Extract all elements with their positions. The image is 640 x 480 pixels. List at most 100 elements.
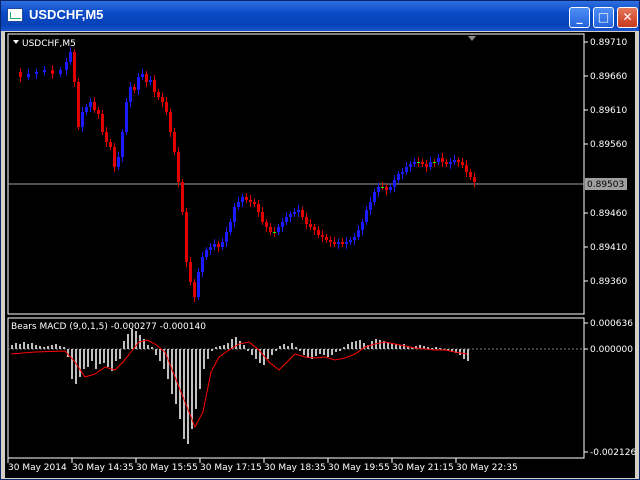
terminal-window: USDCHF,M5 _ □ ✕ USDCHF,M5 0.89710 0.8966… <box>0 0 640 480</box>
candles-group <box>19 47 476 302</box>
candle <box>373 192 376 202</box>
price-chart-svg[interactable]: USDCHF,M5 0.89710 0.89660 0.89610 0.8956… <box>5 32 636 478</box>
candle <box>141 74 144 77</box>
candle <box>69 52 72 62</box>
candle <box>377 187 380 192</box>
candle <box>445 162 448 164</box>
histogram-group <box>11 329 469 444</box>
candle <box>97 110 100 114</box>
histogram-bar <box>267 349 269 359</box>
time-label: 30 May 22:35 <box>456 463 518 473</box>
histogram-bar <box>35 345 37 349</box>
histogram-bar <box>427 347 429 349</box>
histogram-bar <box>279 346 281 349</box>
histogram-bar <box>63 347 65 349</box>
candle <box>113 147 116 167</box>
histogram-bar <box>235 337 237 349</box>
candle <box>245 197 248 200</box>
candle <box>297 210 300 212</box>
chart-menu-icon[interactable] <box>13 40 19 44</box>
candle <box>19 72 22 77</box>
candle <box>109 142 112 147</box>
histogram-bar <box>131 329 133 349</box>
candle <box>429 162 432 167</box>
histogram-bar <box>299 349 301 351</box>
histogram-bar <box>75 349 77 384</box>
histogram-bar <box>147 345 149 349</box>
candle <box>457 160 460 162</box>
candle <box>337 242 340 244</box>
candle <box>437 158 440 162</box>
histogram-bar <box>51 345 53 349</box>
histogram-bar <box>315 349 317 356</box>
candle <box>381 187 384 188</box>
indicator-level: 0.000636 <box>590 319 633 329</box>
time-label: 30 May 21:15 <box>392 463 454 473</box>
candle <box>385 187 388 190</box>
histogram-bar <box>39 346 41 349</box>
histogram-bar <box>203 349 205 369</box>
candle <box>233 207 236 222</box>
candle <box>149 80 152 82</box>
candle <box>389 187 392 190</box>
histogram-bar <box>123 341 125 349</box>
candle <box>305 217 308 224</box>
histogram-bar <box>187 349 189 444</box>
candle <box>59 70 62 74</box>
indicator-label: Bears MACD (9,0,1,5) -0.000277 -0.000140 <box>11 322 206 332</box>
candle <box>177 152 180 182</box>
candle <box>273 232 276 233</box>
histogram-bar <box>23 342 25 349</box>
histogram-bar <box>83 349 85 369</box>
maximize-icon: □ <box>597 10 610 24</box>
histogram-bar <box>303 349 305 355</box>
candle <box>465 165 468 172</box>
candle <box>81 112 84 127</box>
title-bar[interactable]: USDCHF,M5 _ □ ✕ <box>1 1 639 31</box>
histogram-bar <box>435 347 437 349</box>
candle <box>353 237 356 240</box>
candle <box>281 222 284 227</box>
maximize-button[interactable]: □ <box>593 7 614 28</box>
candle <box>441 158 444 162</box>
histogram-bar <box>247 349 249 351</box>
candle <box>153 80 156 92</box>
histogram-bar <box>99 349 101 364</box>
histogram-bar <box>251 349 253 355</box>
chart-window-icon <box>7 8 23 22</box>
histogram-bar <box>379 340 381 349</box>
candle <box>421 162 424 164</box>
candle <box>229 222 232 232</box>
histogram-bar <box>339 349 341 351</box>
candle <box>209 247 212 250</box>
candle <box>165 102 168 112</box>
candle <box>469 172 472 177</box>
candle <box>277 227 280 232</box>
chart-area[interactable]: USDCHF,M5 0.89710 0.89660 0.89610 0.8956… <box>5 32 636 478</box>
histogram-bar <box>127 334 129 349</box>
main-chart-label: USDCHF,M5 <box>22 39 76 49</box>
close-icon: ✕ <box>622 10 633 24</box>
close-button[interactable]: ✕ <box>617 7 638 28</box>
histogram-bar <box>59 346 61 349</box>
candle <box>249 200 252 202</box>
histogram-bar <box>207 349 209 359</box>
candle <box>285 217 288 222</box>
candle <box>329 240 332 242</box>
chart-shift-icon[interactable] <box>468 36 476 41</box>
histogram-bar <box>179 349 181 419</box>
candle <box>193 282 196 297</box>
time-label: 30 May 2014 <box>8 463 67 473</box>
candle <box>313 227 316 230</box>
histogram-bar <box>283 344 285 349</box>
histogram-bar <box>459 349 461 355</box>
indicator-level: -0.002126 <box>590 448 635 458</box>
minimize-button[interactable]: _ <box>569 7 590 28</box>
histogram-bar <box>11 345 13 349</box>
candle <box>185 212 188 262</box>
price-level: 0.89710 <box>590 38 627 48</box>
candle <box>453 160 456 162</box>
histogram-bar <box>79 349 81 377</box>
candle <box>89 102 92 107</box>
histogram-bar <box>95 349 97 369</box>
